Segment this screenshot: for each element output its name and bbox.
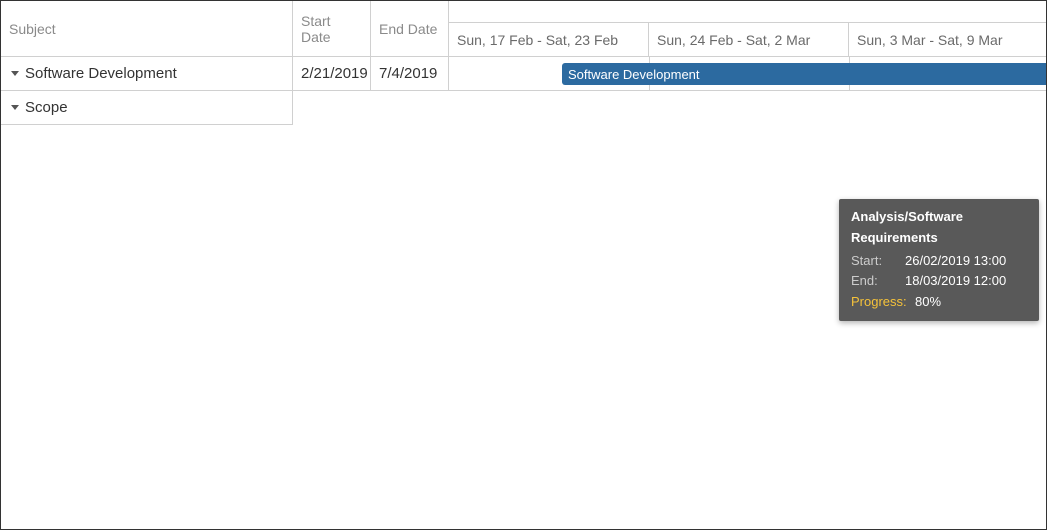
expand-caret-icon[interactable] <box>11 71 19 76</box>
col-header-start[interactable]: Start Date <box>293 1 371 57</box>
timeline-header[interactable]: Sun, 17 Feb - Sat, 23 Feb Sun, 24 Feb - … <box>449 1 1047 57</box>
col-header-end[interactable]: End Date <box>371 1 449 57</box>
gantt-grid: Subject Start Date End Date Sun, 17 Feb … <box>1 1 1046 125</box>
gantt-bar-label: Software Development <box>568 67 700 82</box>
week-header[interactable]: Sun, 3 Mar - Sat, 9 Mar <box>849 23 1047 57</box>
task-subject[interactable]: Scope <box>1 91 293 125</box>
tooltip-progress: 80% <box>915 294 941 309</box>
week-header[interactable]: Sun, 24 Feb - Sat, 2 Mar <box>649 23 849 57</box>
task-start: 2/21/2019 <box>293 57 371 91</box>
tooltip-end: 18/03/2019 12:00 <box>905 273 1006 288</box>
tooltip-start: 26/02/2019 13:00 <box>905 253 1006 268</box>
gantt-wrapper: Subject Start Date End Date Sun, 17 Feb … <box>0 0 1047 530</box>
task-subject[interactable]: Software Development <box>1 57 293 91</box>
tooltip-title: Analysis/Software Requirements <box>851 207 1027 249</box>
tooltip-start-label: Start: <box>851 251 905 272</box>
gantt-bar[interactable]: Software Development <box>562 63 1047 85</box>
expand-caret-icon[interactable] <box>11 105 19 110</box>
timeline-row[interactable]: Software Development <box>449 57 1047 91</box>
task-label: Software Development <box>25 65 177 82</box>
week-header[interactable]: Sun, 17 Feb - Sat, 23 Feb <box>449 23 649 57</box>
col-header-subject[interactable]: Subject <box>1 1 293 57</box>
task-end: 7/4/2019 <box>371 57 449 91</box>
task-tooltip: Analysis/Software Requirements Start:26/… <box>839 199 1039 321</box>
task-label: Scope <box>25 99 68 116</box>
tooltip-end-label: End: <box>851 271 905 292</box>
tooltip-progress-label: Progress: <box>851 292 915 313</box>
